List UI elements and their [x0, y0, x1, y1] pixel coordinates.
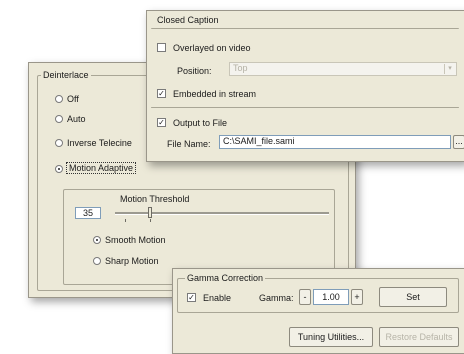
- embedded-label: Embedded in stream: [173, 89, 257, 99]
- position-select[interactable]: Top ▾: [229, 62, 457, 76]
- overlayed-checkbox[interactable]: [157, 43, 166, 52]
- tuning-utilities-button[interactable]: Tuning Utilities...: [289, 327, 373, 347]
- off-label: Off: [67, 94, 79, 104]
- closed-caption-panel: Closed Caption Overlayed on video Positi…: [146, 10, 464, 162]
- slider-tick: [125, 219, 126, 222]
- gamma-enable-checkbox[interactable]: ✓: [187, 293, 196, 302]
- browse-button[interactable]: ...: [453, 135, 464, 149]
- file-name-label: File Name:: [167, 139, 211, 149]
- motion-threshold-label: Motion Threshold: [120, 194, 190, 204]
- auto-label: Auto: [67, 114, 86, 124]
- restore-defaults-button[interactable]: Restore Defaults: [379, 327, 459, 347]
- chevron-down-icon: ▾: [444, 64, 455, 74]
- closed-caption-group: [151, 28, 459, 30]
- gamma-enable-label: Enable: [203, 293, 232, 303]
- inverse-telecine-label: Inverse Telecine: [67, 138, 132, 148]
- gamma-panel: Gamma Correction ✓ Enable Gamma: - 1.00 …: [172, 268, 464, 354]
- closed-caption-title: Closed Caption: [157, 15, 219, 25]
- auto-radio[interactable]: [55, 115, 63, 123]
- overlayed-label: Overlayed on video: [173, 43, 251, 53]
- slider-thumb[interactable]: [148, 207, 152, 218]
- smooth-motion-radio[interactable]: [93, 236, 101, 244]
- file-name-input[interactable]: C:\SAMI_file.sami: [219, 135, 451, 149]
- inverse-telecine-radio[interactable]: [55, 139, 63, 147]
- output-to-file-checkbox[interactable]: ✓: [157, 118, 166, 127]
- gamma-set-button[interactable]: Set: [379, 287, 447, 307]
- slider-tick: [150, 219, 151, 222]
- position-select-value: Top: [233, 63, 248, 73]
- off-radio[interactable]: [55, 95, 63, 103]
- motion-adaptive-radio[interactable]: [55, 165, 63, 173]
- sharp-motion-radio[interactable]: [93, 257, 101, 265]
- motion-adaptive-label: Motion Adaptive: [65, 162, 137, 174]
- embedded-checkbox[interactable]: ✓: [157, 89, 166, 98]
- smooth-motion-label: Smooth Motion: [105, 235, 166, 245]
- output-to-file-label: Output to File: [173, 118, 228, 128]
- gamma-value[interactable]: 1.00: [313, 289, 349, 305]
- gamma-label: Gamma:: [259, 293, 294, 303]
- caption-divider: [151, 107, 459, 108]
- motion-threshold-value[interactable]: 35: [75, 207, 101, 219]
- gamma-decrement-button[interactable]: -: [299, 289, 311, 305]
- position-label: Position:: [177, 66, 212, 76]
- gamma-title: Gamma Correction: [185, 273, 266, 283]
- sharp-motion-label: Sharp Motion: [105, 256, 159, 266]
- deinterlace-title: Deinterlace: [41, 70, 91, 80]
- gamma-increment-button[interactable]: +: [351, 289, 363, 305]
